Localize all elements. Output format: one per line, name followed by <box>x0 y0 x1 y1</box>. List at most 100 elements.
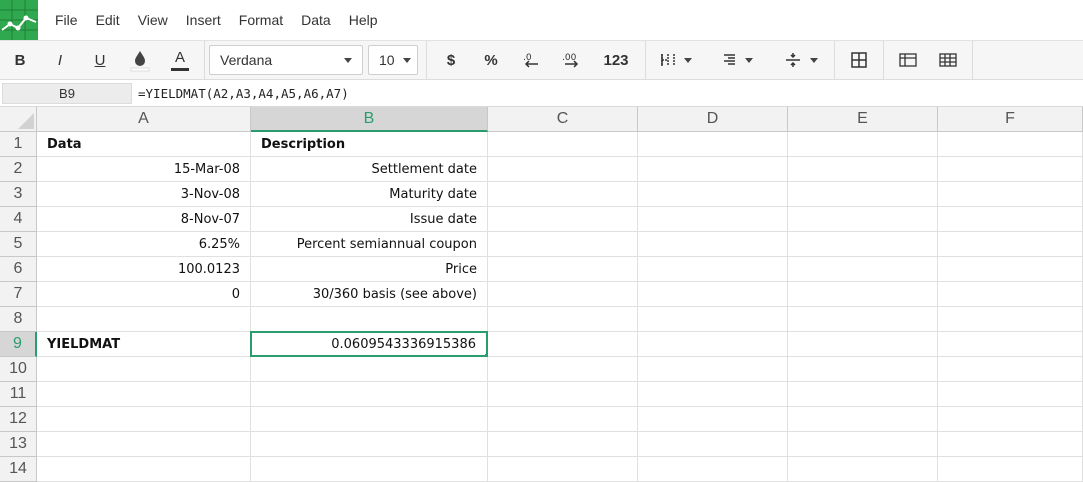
cell-f9[interactable] <box>938 332 1083 357</box>
cell-a7[interactable]: 0 <box>37 282 251 307</box>
increase-decimal-button[interactable]: .00 <box>551 41 591 79</box>
cell-d11[interactable] <box>638 382 788 407</box>
cell-b2[interactable]: Settlement date <box>251 157 488 182</box>
row-header-4[interactable]: 4 <box>0 207 37 232</box>
cell-e13[interactable] <box>788 432 938 457</box>
menu-help[interactable]: Help <box>340 0 387 40</box>
cell-d6[interactable] <box>638 257 788 282</box>
row-header-8[interactable]: 8 <box>0 307 37 332</box>
cell-e9[interactable] <box>788 332 938 357</box>
menu-file[interactable]: File <box>46 0 87 40</box>
cell-c6[interactable] <box>488 257 638 282</box>
cell-c11[interactable] <box>488 382 638 407</box>
insert-row-button[interactable] <box>888 41 928 79</box>
cell-c12[interactable] <box>488 407 638 432</box>
cell-f8[interactable] <box>938 307 1083 332</box>
percent-format-button[interactable]: % <box>471 41 511 79</box>
column-header-c[interactable]: C <box>488 107 638 132</box>
row-header-9[interactable]: 9 <box>0 332 37 357</box>
cell-d1[interactable] <box>638 132 788 157</box>
cell-f13[interactable] <box>938 432 1083 457</box>
cell-e2[interactable] <box>788 157 938 182</box>
font-size-select[interactable]: 10 <box>368 45 418 75</box>
text-color-button[interactable]: A <box>160 41 200 79</box>
cell-e6[interactable] <box>788 257 938 282</box>
menu-view[interactable]: View <box>129 0 177 40</box>
select-all-corner[interactable] <box>0 107 37 132</box>
column-header-d[interactable]: D <box>638 107 788 132</box>
cell-c13[interactable] <box>488 432 638 457</box>
cell-b10[interactable] <box>251 357 488 382</box>
cell-d12[interactable] <box>638 407 788 432</box>
cell-a12[interactable] <box>37 407 251 432</box>
cell-f5[interactable] <box>938 232 1083 257</box>
cell-d4[interactable] <box>638 207 788 232</box>
cell-e3[interactable] <box>788 182 938 207</box>
cell-b4[interactable]: Issue date <box>251 207 488 232</box>
cell-d3[interactable] <box>638 182 788 207</box>
cell-d10[interactable] <box>638 357 788 382</box>
cell-a10[interactable] <box>37 357 251 382</box>
menu-insert[interactable]: Insert <box>177 0 230 40</box>
cell-b5[interactable]: Percent semiannual coupon <box>251 232 488 257</box>
cell-a6[interactable]: 100.0123 <box>37 257 251 282</box>
cell-a14[interactable] <box>37 457 251 482</box>
cell-f6[interactable] <box>938 257 1083 282</box>
cell-b9[interactable]: 0.0609543336915386 <box>250 331 488 357</box>
cell-e14[interactable] <box>788 457 938 482</box>
cell-a1[interactable]: Data <box>37 132 251 157</box>
cell-c8[interactable] <box>488 307 638 332</box>
cell-c10[interactable] <box>488 357 638 382</box>
row-header-12[interactable]: 12 <box>0 407 37 432</box>
cell-f10[interactable] <box>938 357 1083 382</box>
row-header-7[interactable]: 7 <box>0 282 37 307</box>
cell-e12[interactable] <box>788 407 938 432</box>
cell-d5[interactable] <box>638 232 788 257</box>
column-header-a[interactable]: A <box>37 107 251 132</box>
row-header-11[interactable]: 11 <box>0 382 37 407</box>
cell-c1[interactable] <box>488 132 638 157</box>
cell-a11[interactable] <box>37 382 251 407</box>
vertical-align-button[interactable] <box>772 41 830 79</box>
cell-b13[interactable] <box>251 432 488 457</box>
fill-handle[interactable] <box>484 353 486 355</box>
cell-e1[interactable] <box>788 132 938 157</box>
cell-e4[interactable] <box>788 207 938 232</box>
underline-button[interactable]: U <box>80 41 120 79</box>
cell-b3[interactable]: Maturity date <box>251 182 488 207</box>
cell-f11[interactable] <box>938 382 1083 407</box>
cell-f12[interactable] <box>938 407 1083 432</box>
cell-a9[interactable]: YIELDMAT <box>37 332 251 357</box>
cell-c4[interactable] <box>488 207 638 232</box>
cell-f1[interactable] <box>938 132 1083 157</box>
cell-a5[interactable]: 6.25% <box>37 232 251 257</box>
italic-button[interactable]: I <box>40 41 80 79</box>
borders-button[interactable] <box>650 41 702 79</box>
formula-input[interactable]: =YIELDMAT(A2,A3,A4,A5,A6,A7) <box>138 83 1083 104</box>
cell-c9[interactable] <box>488 332 638 357</box>
decrease-decimal-button[interactable]: .0 <box>511 41 551 79</box>
cell-e11[interactable] <box>788 382 938 407</box>
bold-button[interactable]: B <box>0 41 40 79</box>
row-header-13[interactable]: 13 <box>0 432 37 457</box>
number-format-button[interactable]: 123 <box>591 41 641 79</box>
cell-f14[interactable] <box>938 457 1083 482</box>
fill-color-button[interactable] <box>120 41 160 79</box>
row-header-1[interactable]: 1 <box>0 132 37 157</box>
cell-a2[interactable]: 15-Mar-08 <box>37 157 251 182</box>
cell-f3[interactable] <box>938 182 1083 207</box>
insert-column-button[interactable] <box>928 41 968 79</box>
row-header-3[interactable]: 3 <box>0 182 37 207</box>
row-header-10[interactable]: 10 <box>0 357 37 382</box>
cell-b1[interactable]: Description <box>251 132 488 157</box>
cell-a4[interactable]: 8-Nov-07 <box>37 207 251 232</box>
name-box[interactable]: B9 <box>2 82 132 104</box>
cell-c2[interactable] <box>488 157 638 182</box>
column-header-f[interactable]: F <box>938 107 1083 132</box>
cell-d9[interactable] <box>638 332 788 357</box>
app-logo-icon[interactable] <box>0 0 38 40</box>
cell-b14[interactable] <box>251 457 488 482</box>
cell-e8[interactable] <box>788 307 938 332</box>
column-header-e[interactable]: E <box>788 107 938 132</box>
row-header-5[interactable]: 5 <box>0 232 37 257</box>
